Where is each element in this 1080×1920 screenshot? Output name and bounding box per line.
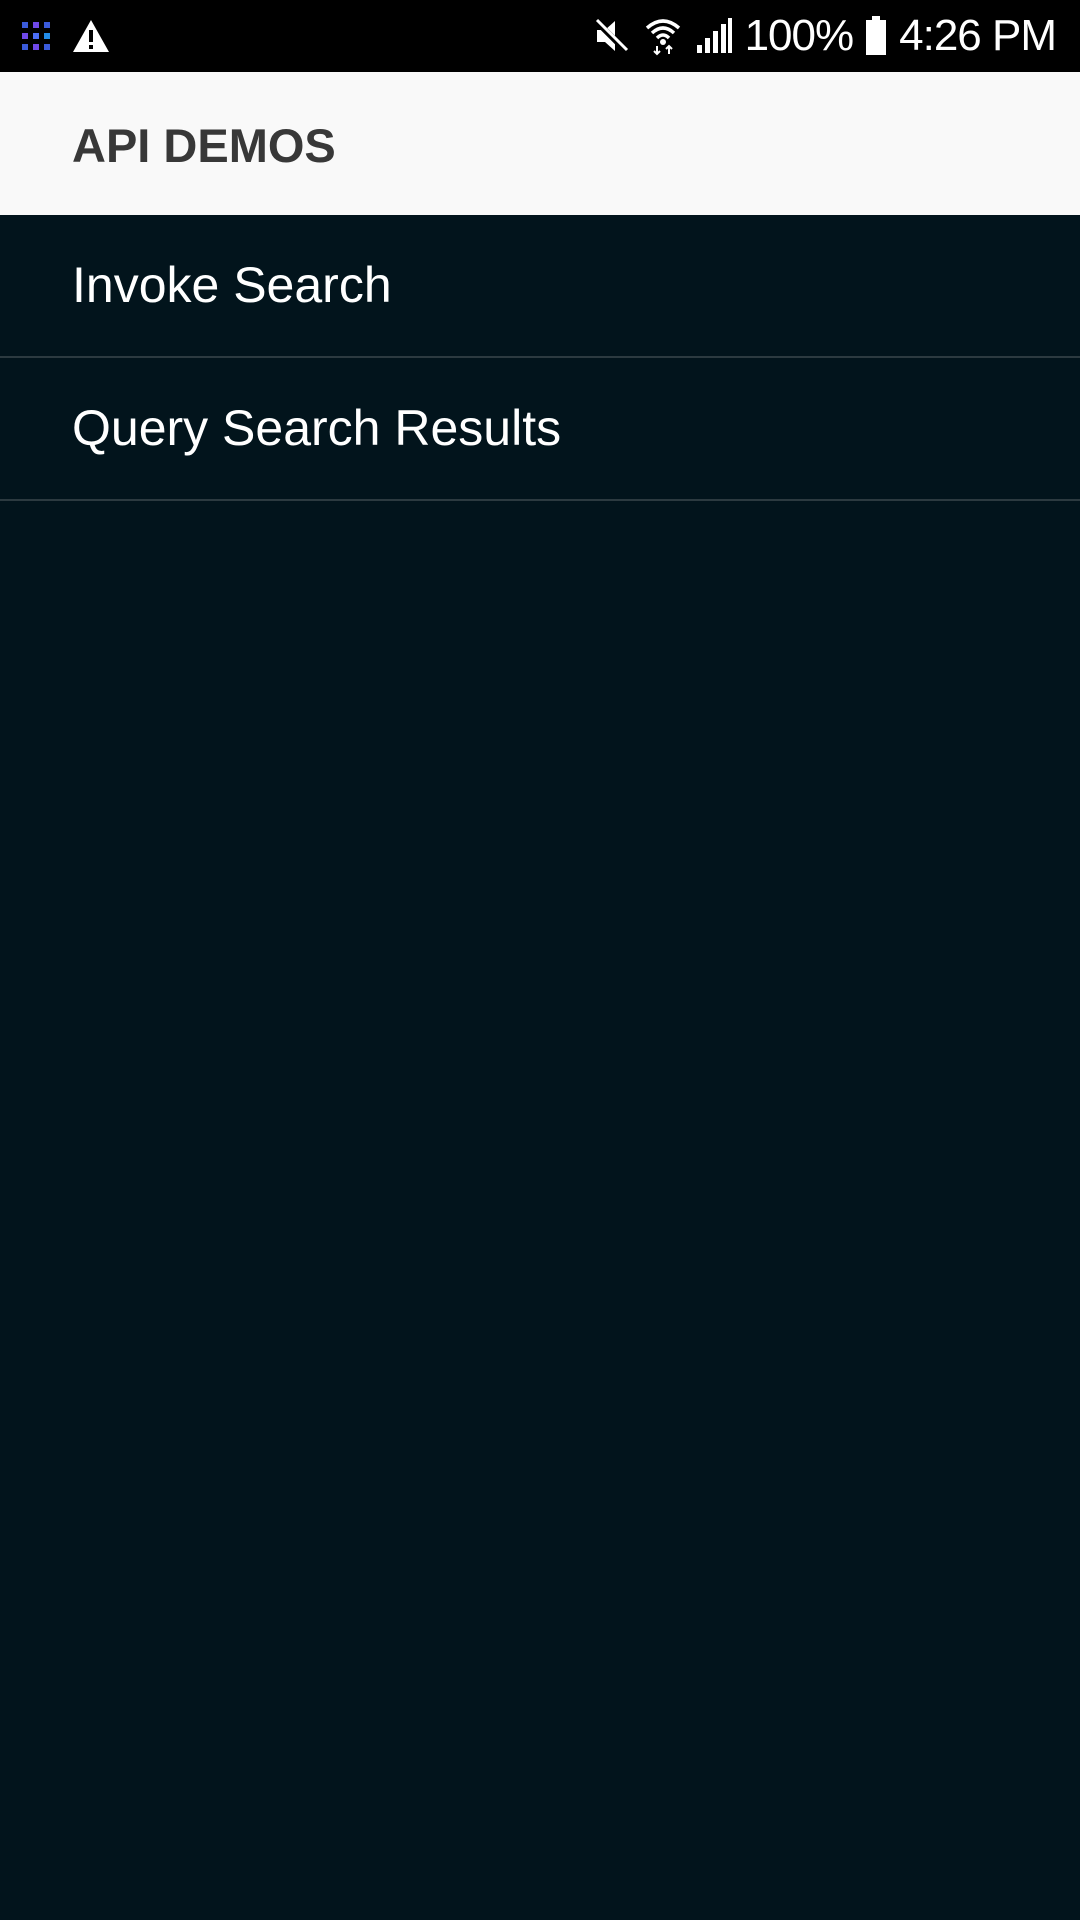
- app-title: API DEMOS: [72, 119, 336, 172]
- app-bar: API DEMOS: [0, 72, 1080, 215]
- status-bar-right: 100% 4:26 PM: [591, 0, 1057, 72]
- clock: 4:26 PM: [899, 11, 1057, 60]
- list-item-label: Query Search Results: [72, 400, 562, 456]
- list-item-label: Invoke Search: [72, 257, 392, 313]
- battery-percent: 100%: [744, 11, 855, 60]
- battery-icon: [865, 16, 887, 56]
- list-item-query-search-results[interactable]: Query Search Results: [0, 358, 1080, 501]
- status-bar: 100% 4:26 PM: [0, 0, 1080, 72]
- status-bar-left: [22, 0, 110, 72]
- list-item-invoke-search[interactable]: Invoke Search: [0, 215, 1080, 358]
- signal-icon: [695, 17, 733, 55]
- demo-list: Invoke Search Query Search Results: [0, 215, 1080, 501]
- app-grid-icon: [22, 22, 50, 50]
- mute-icon: [591, 16, 631, 56]
- wifi-icon: [643, 16, 683, 56]
- warning-icon: [72, 19, 110, 53]
